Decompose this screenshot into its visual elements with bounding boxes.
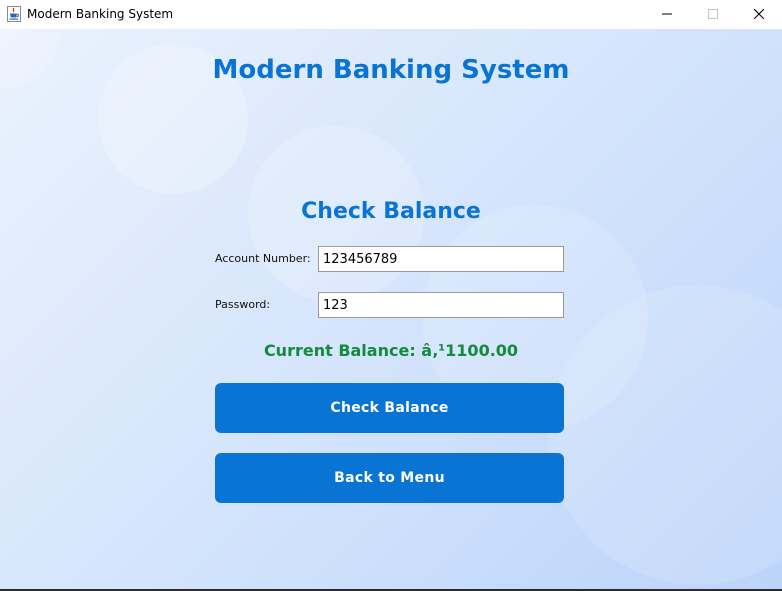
minimize-icon	[662, 13, 672, 15]
password-label: Password:	[215, 298, 271, 311]
window-title: Modern Banking System	[27, 7, 174, 21]
check-balance-button[interactable]: Check Balance	[215, 383, 564, 433]
close-icon	[754, 9, 764, 19]
back-to-menu-button[interactable]: Back to Menu	[215, 453, 564, 503]
maximize-button[interactable]	[690, 0, 736, 29]
section-heading: Check Balance	[301, 199, 481, 224]
app-heading: Modern Banking System	[212, 55, 570, 85]
java-cup-icon[interactable]	[7, 6, 21, 22]
account-number-label: Account Number:	[215, 252, 311, 265]
password-field[interactable]	[318, 292, 564, 318]
content-panel: Modern Banking System Check Balance Acco…	[0, 29, 782, 589]
maximize-icon	[708, 9, 718, 19]
current-balance-text: Current Balance: â‚¹1100.00	[263, 341, 519, 360]
title-bar[interactable]: Modern Banking System	[0, 0, 782, 29]
close-button[interactable]	[736, 0, 782, 29]
app-window: Modern Banking System Modern Banking Sys…	[0, 0, 782, 591]
minimize-button[interactable]	[644, 0, 690, 29]
account-number-field[interactable]	[318, 246, 564, 272]
